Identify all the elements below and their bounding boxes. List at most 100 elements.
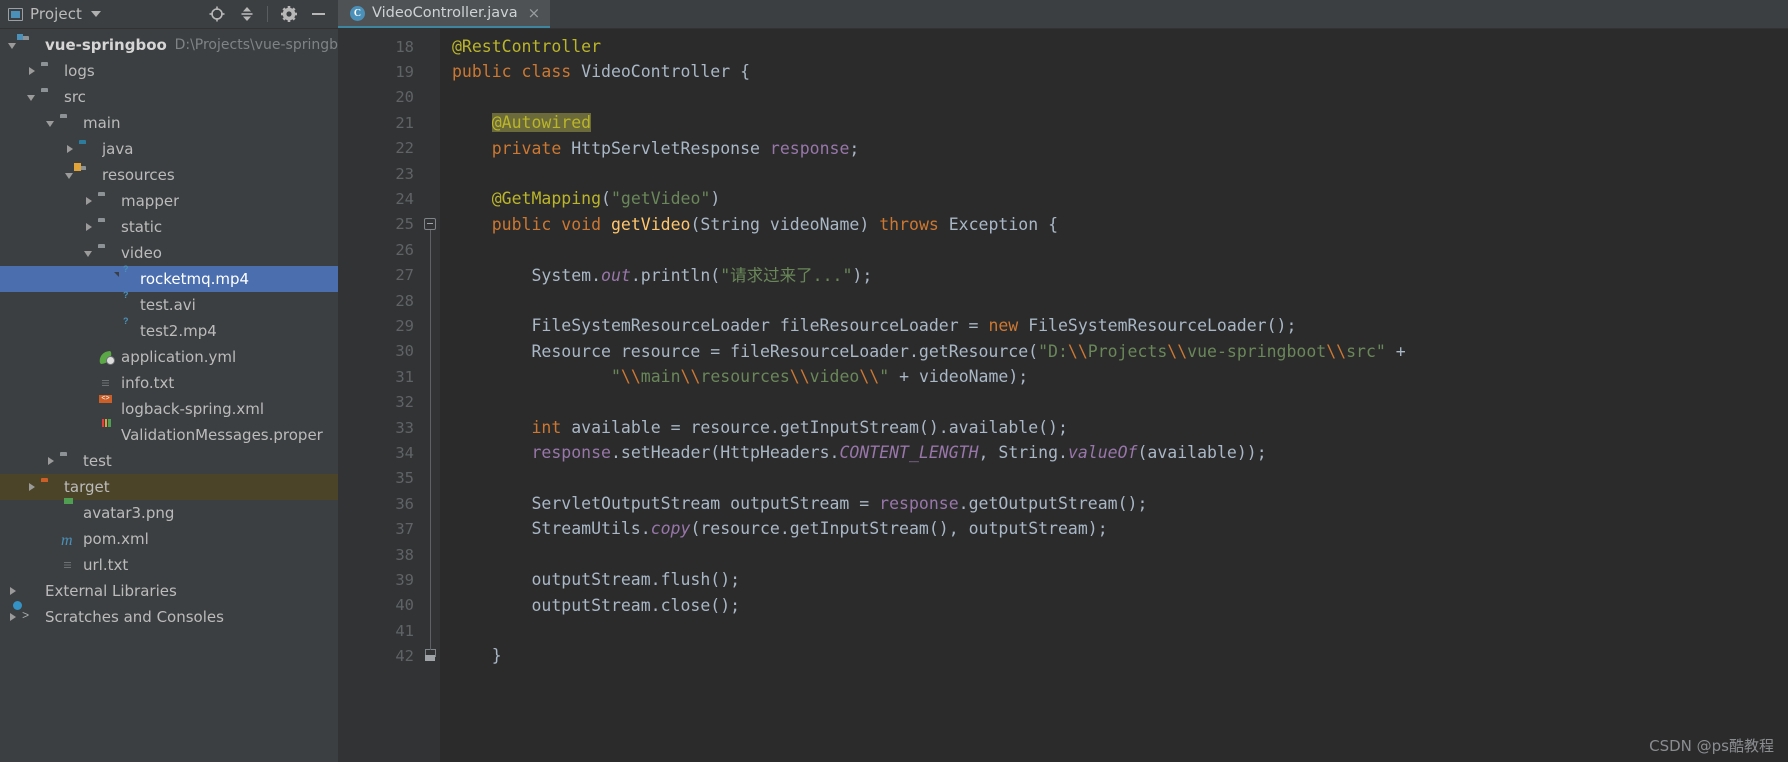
gutter-line-34[interactable]: 34 <box>338 440 420 465</box>
code-editor[interactable]: 18 19 20 21 22 23 24 25 26 27 28 29 30 31 32 33 34 35 36 37… <box>338 29 1788 762</box>
fold-column[interactable] <box>420 29 440 762</box>
project-panel-title[interactable]: Project <box>8 5 102 23</box>
code-line-20[interactable] <box>452 85 1788 110</box>
code-line-39[interactable]: outputStream.flush(); <box>452 567 1788 592</box>
tree-toggle-right-icon[interactable] <box>82 220 96 234</box>
code-line-40[interactable]: outputStream.close(); <box>452 593 1788 618</box>
gutter-line-27[interactable]: 27 <box>338 263 420 288</box>
gutter-line-38[interactable]: 38 <box>338 542 420 567</box>
fold-collapse-icon[interactable] <box>424 217 436 230</box>
collapse-all-icon[interactable] <box>237 5 256 24</box>
project-tree[interactable]: vue-springboot D:\Projects\vue-springb log… <box>0 29 338 762</box>
tree-toggle-right-icon[interactable] <box>82 194 96 208</box>
gutter-line-23[interactable]: 23 <box>338 161 420 186</box>
tree-item-url-txt[interactable]: url.txt <box>0 552 338 578</box>
code-line-27[interactable]: System.out.println("请求过来了..."); <box>452 263 1788 288</box>
tree-item-validationmessages-proper[interactable]: ValidationMessages.proper <box>0 422 338 448</box>
tree-toggle-right-icon[interactable] <box>63 142 77 156</box>
tree-item-logs[interactable]: logs <box>0 58 338 84</box>
gear-icon[interactable] <box>279 5 298 24</box>
tree-item-application-yml[interactable]: application.yml <box>0 344 338 370</box>
tree-item-pom-xml[interactable]: m pom.xml <box>0 526 338 552</box>
tree-toggle-down-icon[interactable] <box>44 116 58 130</box>
tree-item-scratches-and-consoles[interactable]: Scratches and Consoles <box>0 604 338 630</box>
tree-item-avatar3-png[interactable]: avatar3.png <box>0 500 338 526</box>
gutter-line-37[interactable]: 37 <box>338 516 420 541</box>
editor-gutter[interactable]: 18 19 20 21 22 23 24 25 26 27 28 29 30 31 32 33 34 35 36 37… <box>338 29 440 762</box>
tree-item-vue-springboot[interactable]: vue-springboot D:\Projects\vue-springb <box>0 32 338 58</box>
code-line-34[interactable]: response.setHeader(HttpHeaders.CONTENT_L… <box>452 440 1788 465</box>
code-content[interactable]: @RestController public class VideoControl… <box>440 29 1788 762</box>
tree-toggle-right-icon[interactable] <box>25 64 39 78</box>
gutter-line-18[interactable]: 18 <box>338 34 439 59</box>
code-line-30[interactable]: Resource resource = fileResourceLoader.g… <box>452 339 1788 364</box>
close-icon[interactable]: × <box>528 5 541 21</box>
tree-toggle-down-icon[interactable] <box>82 246 96 260</box>
tab-videocontroller-java[interactable]: C VideoController.java × <box>338 0 551 28</box>
code-line-25[interactable]: public void getVideo(String videoName) t… <box>452 212 1788 237</box>
tree-item-logback-spring-xml[interactable]: logback-spring.xml <box>0 396 338 422</box>
gutter-line-19[interactable]: 19 <box>338 59 440 84</box>
tree-item-java[interactable]: java <box>0 136 338 162</box>
code-line-32[interactable] <box>452 389 1788 414</box>
code-line-35[interactable] <box>452 466 1788 491</box>
code-line-21[interactable]: @Autowired <box>452 110 1788 135</box>
code-line-29[interactable]: FileSystemResourceLoader fileResourceLoa… <box>452 313 1788 338</box>
tree-item-mapper[interactable]: mapper <box>0 188 338 214</box>
tree-item-test[interactable]: test <box>0 448 338 474</box>
tree-toggle-right-icon[interactable] <box>44 454 58 468</box>
tree-item-resources[interactable]: resources <box>0 162 338 188</box>
code-line-24[interactable]: @GetMapping("getVideo") <box>452 186 1788 211</box>
locate-icon[interactable] <box>207 5 226 24</box>
gutter-line-26[interactable]: 26 <box>338 237 420 262</box>
code-line-18[interactable]: @RestController <box>452 34 1788 59</box>
gutter-line-25[interactable]: 25 <box>338 212 420 237</box>
tree-item-test-avi[interactable]: ? test.avi <box>0 291 338 318</box>
tree-item-target[interactable]: target <box>0 474 338 500</box>
tree-item-test2-mp4[interactable]: ? test2.mp4 <box>0 317 338 344</box>
tree-toggle-down-icon[interactable] <box>25 90 39 104</box>
gutter-line-31[interactable]: 31 <box>338 364 438 389</box>
tree-toggle-right-icon[interactable] <box>6 584 20 598</box>
gutter-line-20[interactable]: 20 <box>338 85 420 110</box>
code-line-38[interactable] <box>452 542 1788 567</box>
gutter-line-35[interactable]: 35 <box>338 466 420 491</box>
tree-toggle-right-icon[interactable] <box>6 610 20 624</box>
tree-item-info-txt[interactable]: info.txt <box>0 370 338 396</box>
fold-end-icon[interactable] <box>424 648 436 661</box>
tree-item-video[interactable]: video <box>0 240 338 266</box>
code-line-26[interactable] <box>452 237 1788 262</box>
code-line-42[interactable]: } <box>452 643 1788 668</box>
gutter-line-30[interactable]: 30 <box>338 339 420 364</box>
code-line-41[interactable] <box>452 618 1788 643</box>
tree-toggle-right-icon[interactable] <box>25 480 39 494</box>
gutter-line-21[interactable]: 21 <box>338 110 420 135</box>
gutter-line-36[interactable]: 36 <box>338 491 420 516</box>
code-line-19[interactable]: public class VideoController { <box>452 59 1788 84</box>
tree-item-main[interactable]: main <box>0 110 338 136</box>
gutter-line-28[interactable]: 28 <box>338 288 420 313</box>
gutter-line-32[interactable]: 32 <box>338 389 420 414</box>
code-line-22[interactable]: private HttpServletResponse response; <box>452 136 1788 161</box>
chevron-down-icon[interactable] <box>91 11 102 17</box>
code-line-28[interactable] <box>452 288 1788 313</box>
gutter-line-42[interactable]: 42 <box>338 643 420 668</box>
tree-item-static[interactable]: static <box>0 214 338 240</box>
code-line-31[interactable]: "\\main\\resources\\video\\" + videoName… <box>452 364 1788 389</box>
code-line-36[interactable]: ServletOutputStream outputStream = respo… <box>452 491 1788 516</box>
gutter-line-33[interactable]: 33 <box>338 415 420 440</box>
tree-toggle-down-icon[interactable] <box>6 38 20 52</box>
gutter-line-22[interactable]: 22 <box>338 136 420 161</box>
code-line-23[interactable] <box>452 161 1788 186</box>
gutter-line-29[interactable]: 29 <box>338 313 420 338</box>
tree-item-external-libraries[interactable]: External Libraries <box>0 578 338 604</box>
code-line-37[interactable]: StreamUtils.copy(resource.getInputStream… <box>452 516 1788 541</box>
gutter-line-41[interactable]: 41 <box>338 618 420 643</box>
minimize-icon[interactable] <box>309 5 328 24</box>
gutter-line-40[interactable]: 40 <box>338 593 420 618</box>
tree-item-rocketmq-mp4[interactable]: ? rocketmq.mp4 <box>0 265 338 292</box>
tree-item-src[interactable]: src <box>0 84 338 110</box>
code-line-33[interactable]: int available = resource.getInputStream(… <box>452 415 1788 440</box>
gutter-line-39[interactable]: 39 <box>338 567 420 592</box>
gutter-line-24[interactable]: 24 <box>338 186 420 211</box>
